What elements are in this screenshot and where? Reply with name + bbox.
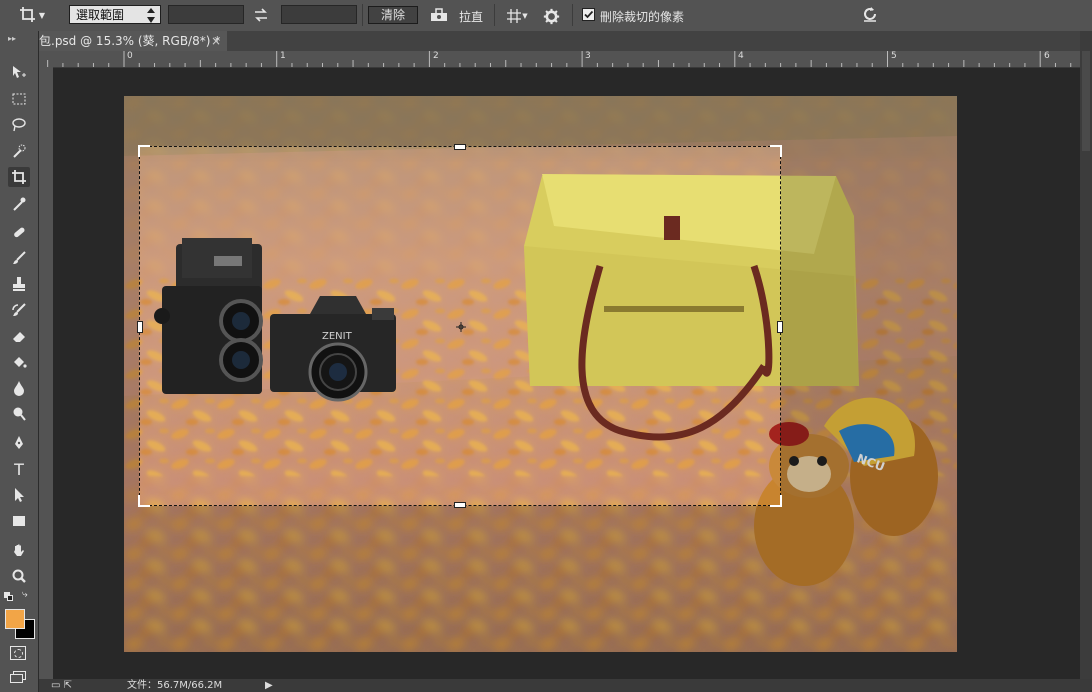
crop-tool[interactable] bbox=[8, 167, 30, 187]
checkmark-icon bbox=[584, 10, 594, 19]
dodge-tool[interactable] bbox=[8, 404, 30, 424]
chevron-down-icon bbox=[147, 17, 155, 23]
crop-handle-top[interactable] bbox=[454, 144, 466, 150]
shape-tool[interactable] bbox=[8, 511, 30, 531]
ruler-label: 0 bbox=[127, 51, 133, 61]
crop-handle-bottom-right[interactable] bbox=[770, 495, 782, 507]
divider bbox=[362, 4, 363, 26]
crop-handle-top-right[interactable] bbox=[770, 145, 782, 157]
width-input[interactable] bbox=[168, 5, 244, 24]
ruler-label: 6 bbox=[1044, 51, 1050, 61]
ruler-label: 2 bbox=[433, 51, 439, 61]
eraser-tool[interactable] bbox=[8, 326, 30, 346]
move-tool[interactable] bbox=[8, 63, 30, 83]
stamp-tool[interactable] bbox=[8, 274, 30, 294]
crop-handle-bottom[interactable] bbox=[454, 502, 466, 508]
status-icons[interactable]: ▭ ⇱ bbox=[51, 679, 72, 692]
height-input[interactable] bbox=[281, 5, 357, 24]
crop-box[interactable] bbox=[137, 144, 783, 508]
blur-tool[interactable] bbox=[8, 378, 30, 398]
healing-tool[interactable] bbox=[8, 222, 30, 242]
chevron-up-icon bbox=[147, 8, 155, 13]
tools-panel: ▸▸ T ⤷ bbox=[0, 31, 39, 692]
delete-cropped-label[interactable]: 刪除裁切的像素 bbox=[600, 8, 684, 25]
quick-mask-icon[interactable] bbox=[10, 646, 26, 660]
ruler-label: 5 bbox=[891, 51, 897, 61]
document-tab-title: 包.psd @ 15.3% (葵, RGB/8*) * bbox=[39, 34, 221, 48]
status-bar: ▭ ⇱ 文件：56.7M/66.2M ▶ bbox=[39, 679, 1092, 692]
document-tab-bar: 包.psd @ 15.3% (葵, RGB/8*) * × bbox=[39, 31, 1080, 51]
crop-handle-bottom-left[interactable] bbox=[138, 495, 150, 507]
zoom-tool[interactable] bbox=[8, 566, 30, 586]
ruler-label: 4 bbox=[738, 51, 744, 61]
rect-marquee-tool[interactable] bbox=[8, 89, 30, 109]
ruler-label: 3 bbox=[585, 51, 591, 61]
clear-button[interactable]: 清除 bbox=[368, 6, 418, 24]
divider bbox=[572, 4, 573, 26]
scrollbar-thumb[interactable] bbox=[1082, 51, 1090, 151]
swap-colors-icon[interactable]: ⤷ bbox=[22, 589, 28, 600]
default-colors-icon[interactable] bbox=[4, 592, 13, 601]
pen-tool[interactable] bbox=[8, 433, 30, 453]
panel-collapse-icon[interactable]: ▸▸ bbox=[8, 34, 16, 43]
crop-handle-left[interactable] bbox=[137, 321, 143, 333]
vertical-ruler bbox=[39, 67, 53, 679]
screen-mode-icon[interactable] bbox=[10, 671, 26, 683]
crop-center-icon[interactable] bbox=[456, 321, 466, 332]
ruler-label: 1 bbox=[280, 51, 286, 61]
reset-icon[interactable] bbox=[858, 4, 882, 24]
swap-arrows-icon[interactable] bbox=[251, 6, 271, 24]
panel-dock bbox=[1080, 31, 1092, 679]
options-bar: ▼ 選取範圍 清除 拉直 ▼ 刪除裁切的像素 bbox=[0, 0, 1092, 32]
status-menu-arrow-icon[interactable]: ▶ bbox=[265, 679, 273, 692]
history-brush-tool[interactable] bbox=[8, 300, 30, 320]
lasso-tool[interactable] bbox=[8, 115, 30, 135]
foreground-color-swatch[interactable] bbox=[5, 609, 25, 629]
doc-size-text: 文件：56.7M/66.2M bbox=[127, 680, 223, 691]
type-tool[interactable]: T bbox=[8, 459, 30, 479]
brush-tool[interactable] bbox=[8, 248, 30, 268]
ratio-select[interactable]: 選取範圍 bbox=[69, 5, 161, 24]
quick-select-tool[interactable] bbox=[8, 141, 30, 161]
straighten-label[interactable]: 拉直 bbox=[459, 8, 483, 25]
divider bbox=[494, 4, 495, 26]
document-tab[interactable]: 包.psd @ 15.3% (葵, RGB/8*) * × bbox=[39, 31, 227, 51]
crop-icon[interactable]: ▼ bbox=[18, 6, 46, 24]
grid-overlay-icon[interactable]: ▼ bbox=[506, 6, 528, 26]
ratio-select-value: 選取範圍 bbox=[76, 8, 125, 22]
delete-cropped-checkbox[interactable] bbox=[582, 8, 595, 21]
crop-handle-top-left[interactable] bbox=[138, 145, 150, 157]
horizontal-ruler: 0 1 2 3 4 5 6 bbox=[39, 51, 1080, 68]
hand-tool[interactable] bbox=[8, 540, 30, 560]
eyedropper-tool[interactable] bbox=[8, 194, 30, 214]
level-icon[interactable] bbox=[428, 6, 450, 24]
close-icon[interactable]: × bbox=[211, 31, 221, 51]
ruler-ticks bbox=[47, 51, 1072, 67]
path-select-tool[interactable] bbox=[8, 485, 30, 505]
paint-bucket-tool[interactable] bbox=[8, 352, 30, 372]
crop-handle-right[interactable] bbox=[777, 321, 783, 333]
gear-icon[interactable] bbox=[540, 6, 562, 26]
